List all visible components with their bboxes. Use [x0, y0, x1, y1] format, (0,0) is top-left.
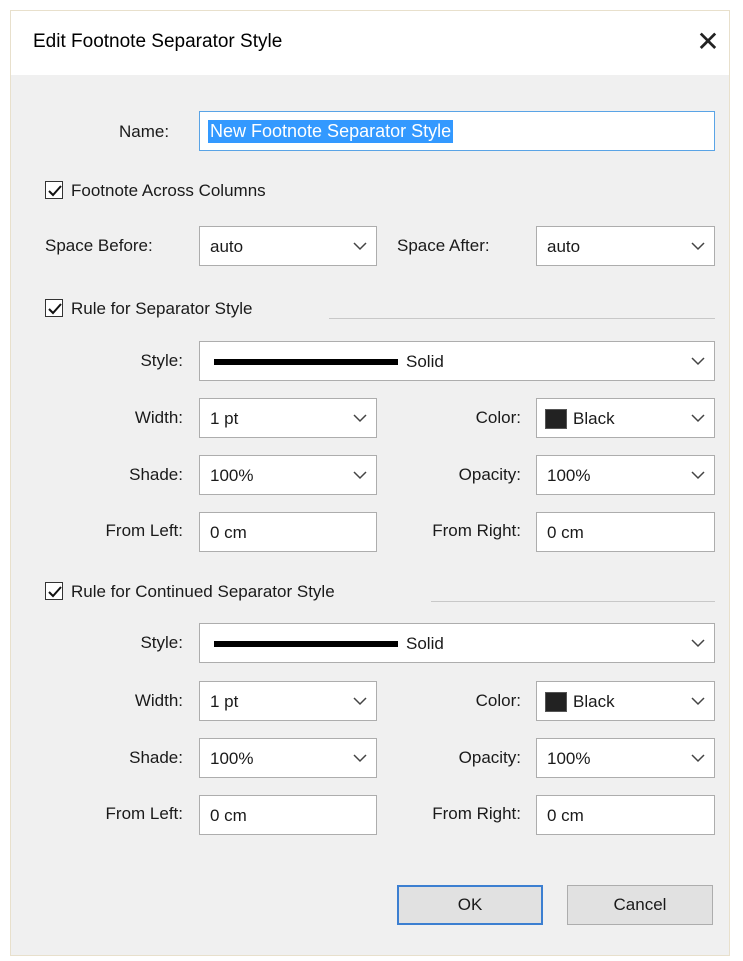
footnote-across-columns-label: Footnote Across Columns	[71, 181, 266, 200]
checkmark-icon	[48, 303, 62, 315]
separator-color-dropdown[interactable]: Black	[536, 398, 715, 438]
continued-shade-dropdown[interactable]: 100%	[199, 738, 377, 778]
line-style-preview	[214, 641, 398, 647]
edit-footnote-separator-dialog: Edit Footnote Separator Style ✕ Name: Ne…	[10, 10, 730, 956]
separator-opacity-value: 100%	[547, 466, 591, 485]
space-after-dropdown[interactable]: auto	[536, 226, 715, 266]
continued-opacity-value: 100%	[547, 749, 591, 768]
footnote-across-columns-checkbox[interactable]	[45, 181, 63, 199]
separator-from-left-input[interactable]: 0 cm	[199, 512, 377, 552]
chevron-down-icon	[353, 754, 367, 763]
continued-shade-value: 100%	[210, 749, 254, 768]
separator-rule-header: Rule for Separator Style	[71, 299, 253, 318]
chevron-down-icon	[691, 471, 705, 480]
separator-from-left-value: 0 cm	[210, 523, 247, 542]
name-label: Name:	[119, 122, 170, 141]
chevron-down-icon	[691, 242, 705, 251]
chevron-down-icon	[353, 697, 367, 706]
line-style-preview	[214, 359, 398, 365]
continued-color-value: Black	[573, 692, 615, 711]
separator-width-value: 1 pt	[210, 409, 239, 428]
continued-style-label: Style:	[140, 633, 183, 652]
separator-shade-value: 100%	[210, 466, 254, 485]
separator-color-label: Color:	[475, 408, 521, 427]
separator-from-left-label: From Left:	[105, 521, 183, 540]
separator-width-dropdown[interactable]: 1 pt	[199, 398, 377, 438]
close-icon[interactable]: ✕	[691, 25, 725, 59]
continued-from-left-input[interactable]: 0 cm	[199, 795, 377, 835]
continued-from-left-value: 0 cm	[210, 806, 247, 825]
title-bar: Edit Footnote Separator Style ✕	[11, 11, 729, 75]
separator-style-value: Solid	[406, 352, 444, 371]
continued-style-dropdown[interactable]: Solid	[199, 623, 715, 663]
name-input-value: New Footnote Separator Style	[208, 120, 454, 143]
group-divider	[431, 601, 715, 602]
chevron-down-icon	[691, 697, 705, 706]
continued-opacity-dropdown[interactable]: 100%	[536, 738, 715, 778]
space-after-label: Space After:	[397, 236, 490, 255]
chevron-down-icon	[691, 357, 705, 366]
separator-from-right-input[interactable]: 0 cm	[536, 512, 715, 552]
checkmark-icon	[48, 586, 62, 598]
separator-color-value: Black	[573, 409, 615, 428]
separator-from-right-label: From Right:	[432, 521, 521, 540]
ok-button[interactable]: OK	[397, 885, 543, 925]
space-before-value: auto	[210, 237, 244, 256]
continued-width-value: 1 pt	[210, 692, 239, 711]
continued-rule-header: Rule for Continued Separator Style	[71, 582, 335, 601]
continued-shade-label: Shade:	[129, 748, 183, 767]
chevron-down-icon	[691, 414, 705, 423]
cancel-button[interactable]: Cancel	[567, 885, 713, 925]
separator-style-label: Style:	[140, 351, 183, 370]
separator-opacity-label: Opacity:	[458, 465, 521, 484]
color-swatch	[545, 409, 567, 429]
separator-shade-dropdown[interactable]: 100%	[199, 455, 377, 495]
space-before-label: Space Before:	[45, 236, 153, 255]
continued-style-value: Solid	[406, 634, 444, 653]
name-input[interactable]: New Footnote Separator Style	[199, 111, 715, 151]
separator-style-dropdown[interactable]: Solid	[199, 341, 715, 381]
continued-rule-checkbox[interactable]	[45, 582, 63, 600]
continued-from-left-label: From Left:	[105, 804, 183, 823]
continued-from-right-value: 0 cm	[547, 806, 584, 825]
chevron-down-icon	[353, 242, 367, 251]
dialog-title: Edit Footnote Separator Style	[33, 31, 283, 52]
checkmark-icon	[48, 185, 62, 197]
chevron-down-icon	[691, 639, 705, 648]
continued-from-right-input[interactable]: 0 cm	[536, 795, 715, 835]
continued-from-right-label: From Right:	[432, 804, 521, 823]
continued-width-label: Width:	[134, 691, 183, 710]
separator-rule-checkbox[interactable]	[45, 299, 63, 317]
space-before-dropdown[interactable]: auto	[199, 226, 377, 266]
chevron-down-icon	[353, 414, 367, 423]
separator-shade-label: Shade:	[129, 465, 183, 484]
chevron-down-icon	[353, 471, 367, 480]
separator-from-right-value: 0 cm	[547, 523, 584, 542]
continued-color-dropdown[interactable]: Black	[536, 681, 715, 721]
space-after-value: auto	[547, 237, 581, 256]
separator-opacity-dropdown[interactable]: 100%	[536, 455, 715, 495]
chevron-down-icon	[691, 754, 705, 763]
color-swatch	[545, 692, 567, 712]
continued-opacity-label: Opacity:	[458, 748, 521, 767]
group-divider	[329, 318, 715, 319]
continued-width-dropdown[interactable]: 1 pt	[199, 681, 377, 721]
continued-color-label: Color:	[475, 691, 521, 710]
separator-width-label: Width:	[134, 408, 183, 427]
